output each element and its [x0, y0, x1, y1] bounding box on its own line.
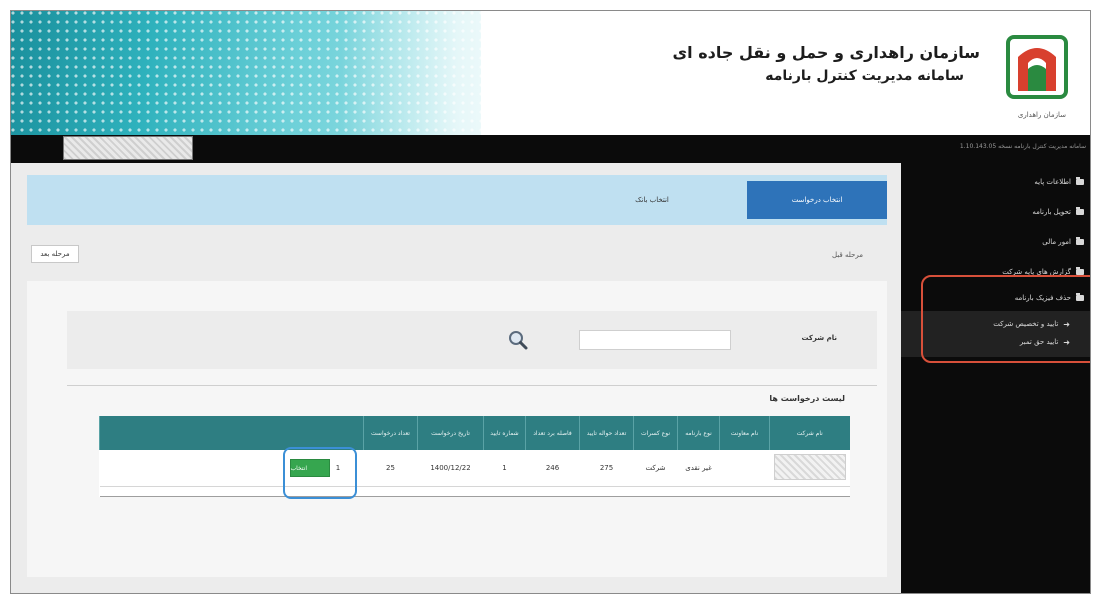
waybill-type-cell: غیر نقدی [677, 450, 720, 487]
column-header: شماره تایید [483, 416, 526, 450]
approved-count-cell: 275 [579, 450, 634, 487]
sidebar-item-label: تحویل بارنامه [1032, 208, 1071, 216]
folder-icon [1076, 207, 1084, 215]
deduction-type-cell: شرکت [633, 450, 678, 487]
column-header [99, 416, 364, 450]
company-cell [769, 450, 850, 487]
requests-list-panel: لیست درخواست ها نام شرکت نام معاونت نوع … [67, 385, 877, 571]
header-banner: سازمان راهداری و حمل و نقل جاده ای سامان… [11, 11, 1090, 135]
column-header: نام شرکت [769, 416, 850, 450]
wizard-nav: مرحله قبل مرحله بعد [27, 241, 887, 271]
sidebar-item-label: اطلاعات پایه [1034, 178, 1071, 186]
highlight-annotation [921, 275, 1090, 363]
column-header: تعداد حواله تایید [579, 416, 634, 450]
table-header-row: نام شرکت نام معاونت نوع بارنامه نوع کسرا… [99, 416, 850, 450]
sidebar-item-label: امور مالی [1042, 238, 1071, 246]
column-header: نام معاونت [719, 416, 770, 450]
column-header: نوع بارنامه [677, 416, 720, 450]
table-footer-row [99, 486, 850, 497]
system-title: سامانه مدیریت کنترل بارنامه [765, 68, 964, 84]
folder-icon [1076, 237, 1084, 245]
company-image [773, 453, 846, 480]
banner-title: سازمان راهداری و حمل و نقل جاده ای سامان… [673, 41, 980, 87]
next-step-button[interactable]: مرحله بعد [31, 245, 79, 263]
previous-step-link[interactable]: مرحله قبل [832, 251, 863, 259]
requests-list-title: لیست درخواست ها [769, 394, 845, 403]
column-header: نوع کسرات [633, 416, 678, 450]
tab-select-request[interactable]: انتخاب درخواست [747, 181, 887, 219]
folder-icon [1076, 177, 1084, 185]
tab-select-bank[interactable]: انتخاب بانک [607, 181, 697, 219]
column-header: تعداد درخواست [363, 416, 418, 450]
column-header: تاریخ درخواست [417, 416, 484, 450]
sidebar-item-basic-info[interactable]: اطلاعات پایه [1034, 173, 1084, 191]
highlight-annotation [283, 447, 357, 499]
company-name-label: نام شرکت [801, 334, 837, 342]
browser-frame: سازمان راهداری و حمل و نقل جاده ای سامان… [10, 10, 1091, 594]
sidebar-item-finance[interactable]: امور مالی [1042, 233, 1084, 251]
rmto-logo-icon [1006, 35, 1068, 99]
range-count-cell: 246 [525, 450, 580, 487]
version-text: سامانه مدیریت کنترل بارنامه نسخه 1.10.14… [959, 143, 1086, 150]
sidebar: سامانه مدیریت کنترل بارنامه نسخه 1.10.14… [901, 135, 1090, 593]
requests-table: نام شرکت نام معاونت نوع بارنامه نوع کسرا… [99, 416, 850, 497]
request-date-cell: 1400/12/22 [417, 450, 484, 487]
column-header: فاصله برد تعداد [525, 416, 580, 450]
organization-title: سازمان راهداری و حمل و نقل جاده ای [672, 43, 980, 62]
table-row: غیر نقدی شرکت 275 246 1 1400/12/22 25 1 … [99, 450, 850, 487]
banner-fade [341, 11, 601, 135]
search-panel: نام شرکت [67, 311, 877, 369]
wizard-tabs: انتخاب درخواست انتخاب بانک [27, 175, 887, 225]
user-info-image [63, 136, 193, 160]
search-icon[interactable] [507, 329, 529, 351]
request-count-cell: 25 [363, 450, 418, 487]
main-content: نام شرکت لیست درخواست ها نام شرکت نام مع… [27, 281, 887, 577]
deputy-cell [719, 450, 770, 487]
sidebar-item-waybill-delivery[interactable]: تحویل بارنامه [1032, 203, 1084, 221]
approval-number-cell: 1 [483, 450, 526, 487]
logo-caption: سازمان راهداری [1017, 111, 1066, 119]
company-name-input[interactable] [579, 330, 731, 350]
